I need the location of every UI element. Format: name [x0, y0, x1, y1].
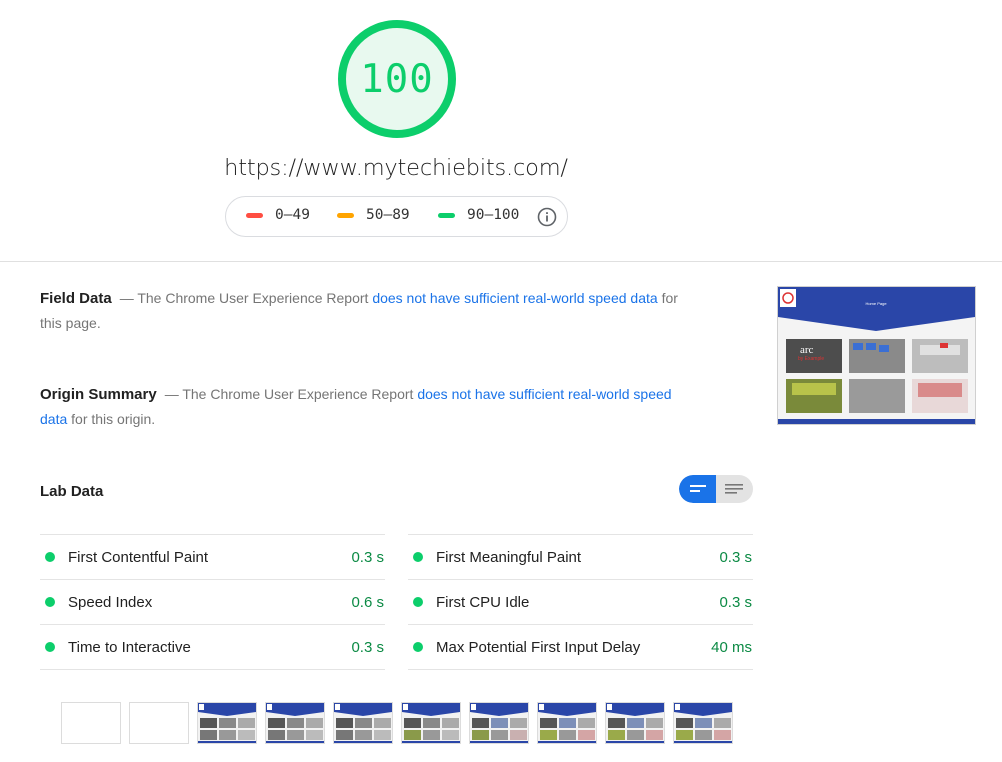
- pass-indicator: [45, 552, 55, 562]
- metric-label: First CPU Idle: [436, 593, 530, 611]
- filmstrip-frame: [265, 702, 325, 744]
- performance-score: 100: [360, 56, 434, 102]
- metrics-left-column: First Contentful Paint 0.3 s Speed Index…: [40, 534, 385, 670]
- metric-first-contentful-paint: First Contentful Paint 0.3 s: [40, 534, 385, 579]
- field-data-title: Field Data: [40, 290, 112, 307]
- origin-summary-suffix: for this origin.: [67, 411, 156, 427]
- pass-indicator: [413, 642, 423, 652]
- legend-swatch-red: [246, 212, 263, 218]
- filmstrip-frame: [537, 702, 597, 744]
- legend-label: 90–100: [467, 207, 520, 223]
- bar-view-button[interactable]: [679, 475, 716, 503]
- metric-time-to-interactive: Time to Interactive 0.3 s: [40, 624, 385, 670]
- field-data-link[interactable]: does not have sufficient real-world spee…: [372, 290, 657, 306]
- origin-summary-title: Origin Summary: [40, 386, 157, 403]
- metrics-right-column: First Meaningful Paint 0.3 s First CPU I…: [408, 534, 753, 670]
- legend-swatch-orange: [337, 212, 354, 218]
- filmstrip-frame-image: [198, 703, 256, 743]
- final-screenshot: Home Page arc by Example: [777, 286, 976, 425]
- metric-value: 0.3 s: [351, 548, 384, 566]
- filmstrip-frame-image: [402, 703, 460, 743]
- filmstrip-frame-blank: [129, 702, 189, 744]
- screenshot-image-text: arc: [800, 344, 814, 356]
- metric-value: 0.3 s: [719, 593, 752, 611]
- filmstrip-frame-image: [470, 703, 528, 743]
- bar-view-icon: [690, 485, 706, 492]
- filmstrip-frame: [197, 702, 257, 744]
- list-view-icon: [725, 484, 743, 494]
- metric-label: Max Potential First Input Delay: [436, 638, 641, 656]
- legend-swatch-green: [438, 212, 455, 218]
- tested-url: https://www.mytechiebits.com/: [224, 155, 568, 181]
- field-data-prefix: — The Chrome User Experience Report: [119, 290, 373, 306]
- filmstrip-frame-image: [674, 703, 732, 743]
- origin-summary-section: Origin Summary — The Chrome User Experien…: [40, 382, 692, 431]
- view-toggle[interactable]: [679, 475, 753, 503]
- filmstrip-frame: [401, 702, 461, 744]
- origin-summary-prefix: — The Chrome User Experience Report: [164, 386, 418, 402]
- pass-indicator: [413, 552, 423, 562]
- filmstrip-frame: [605, 702, 665, 744]
- legend-label: 50–89: [366, 207, 410, 223]
- filmstrip-frame: [673, 702, 733, 744]
- metric-first-meaningful-paint: First Meaningful Paint 0.3 s: [408, 534, 753, 579]
- legend-item-poor: 0–49: [246, 207, 310, 223]
- filmstrip-frame: [469, 702, 529, 744]
- screenshot-heading: Home Page: [865, 301, 887, 306]
- filmstrip-frame-blank: [61, 702, 121, 744]
- field-data-section: Field Data — The Chrome User Experience R…: [40, 286, 692, 335]
- score-legend: 0–49 50–89 90–100: [225, 196, 568, 237]
- list-view-button[interactable]: [716, 475, 753, 503]
- filmstrip-frame-image: [606, 703, 664, 743]
- pass-indicator: [413, 597, 423, 607]
- info-icon[interactable]: [537, 207, 557, 227]
- metric-label: Speed Index: [68, 593, 153, 611]
- metric-label: First Contentful Paint: [68, 548, 209, 566]
- filmstrip-frame-image: [538, 703, 596, 743]
- metric-value: 0.6 s: [351, 593, 384, 611]
- filmstrip-frame: [333, 702, 393, 744]
- metric-value: 40 ms: [711, 638, 752, 656]
- header-divider: [0, 261, 1002, 262]
- metric-label: First Meaningful Paint: [436, 548, 582, 566]
- legend-item-good: 90–100: [438, 207, 519, 223]
- metric-value: 0.3 s: [719, 548, 752, 566]
- metric-max-potential-fid: Max Potential First Input Delay 40 ms: [408, 624, 753, 670]
- legend-item-average: 50–89: [337, 207, 410, 223]
- site-screenshot-image: Home Page arc by Example: [778, 287, 975, 424]
- pass-indicator: [45, 642, 55, 652]
- lab-data-title: Lab Data: [40, 483, 104, 500]
- pass-indicator: [45, 597, 55, 607]
- legend-label: 0–49: [275, 207, 310, 223]
- metric-first-cpu-idle: First CPU Idle 0.3 s: [408, 579, 753, 624]
- screenshot-image-subtext: by Example: [798, 356, 824, 362]
- filmstrip-frame-image: [334, 703, 392, 743]
- metric-speed-index: Speed Index 0.6 s: [40, 579, 385, 624]
- metric-label: Time to Interactive: [68, 638, 191, 656]
- metric-value: 0.3 s: [351, 638, 384, 656]
- filmstrip-frame-image: [266, 703, 324, 743]
